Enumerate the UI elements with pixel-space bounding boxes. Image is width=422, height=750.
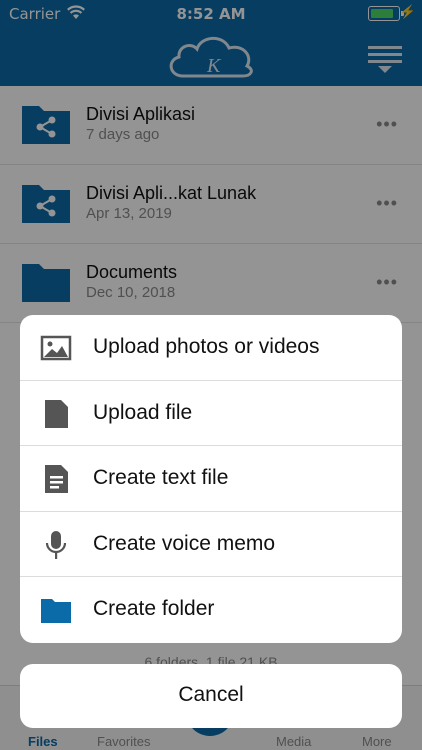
action-sheet: Upload photos or videos Upload file Crea…: [20, 315, 402, 643]
action-label: Create text file: [93, 466, 229, 490]
microphone-icon: [45, 530, 67, 559]
action-label: Upload photos or videos: [93, 335, 320, 358]
create-folder-button[interactable]: Create folder: [20, 577, 402, 643]
text-file-icon: [45, 465, 68, 494]
folder-icon: [41, 599, 71, 624]
action-label: Create voice memo: [93, 531, 276, 555]
action-label: Upload file: [93, 400, 193, 424]
cancel-button[interactable]: Cancel: [20, 664, 402, 728]
create-text-file-button[interactable]: Create text file: [20, 446, 402, 512]
create-voice-memo-button[interactable]: Create voice memo: [20, 512, 402, 578]
upload-photos-button[interactable]: Upload photos or videos: [20, 315, 402, 381]
upload-file-button[interactable]: Upload file: [20, 381, 402, 447]
photo-icon: [40, 335, 72, 361]
cancel-label: Cancel: [178, 683, 244, 706]
action-label: Create folder: [93, 597, 215, 621]
file-icon: [45, 399, 68, 428]
